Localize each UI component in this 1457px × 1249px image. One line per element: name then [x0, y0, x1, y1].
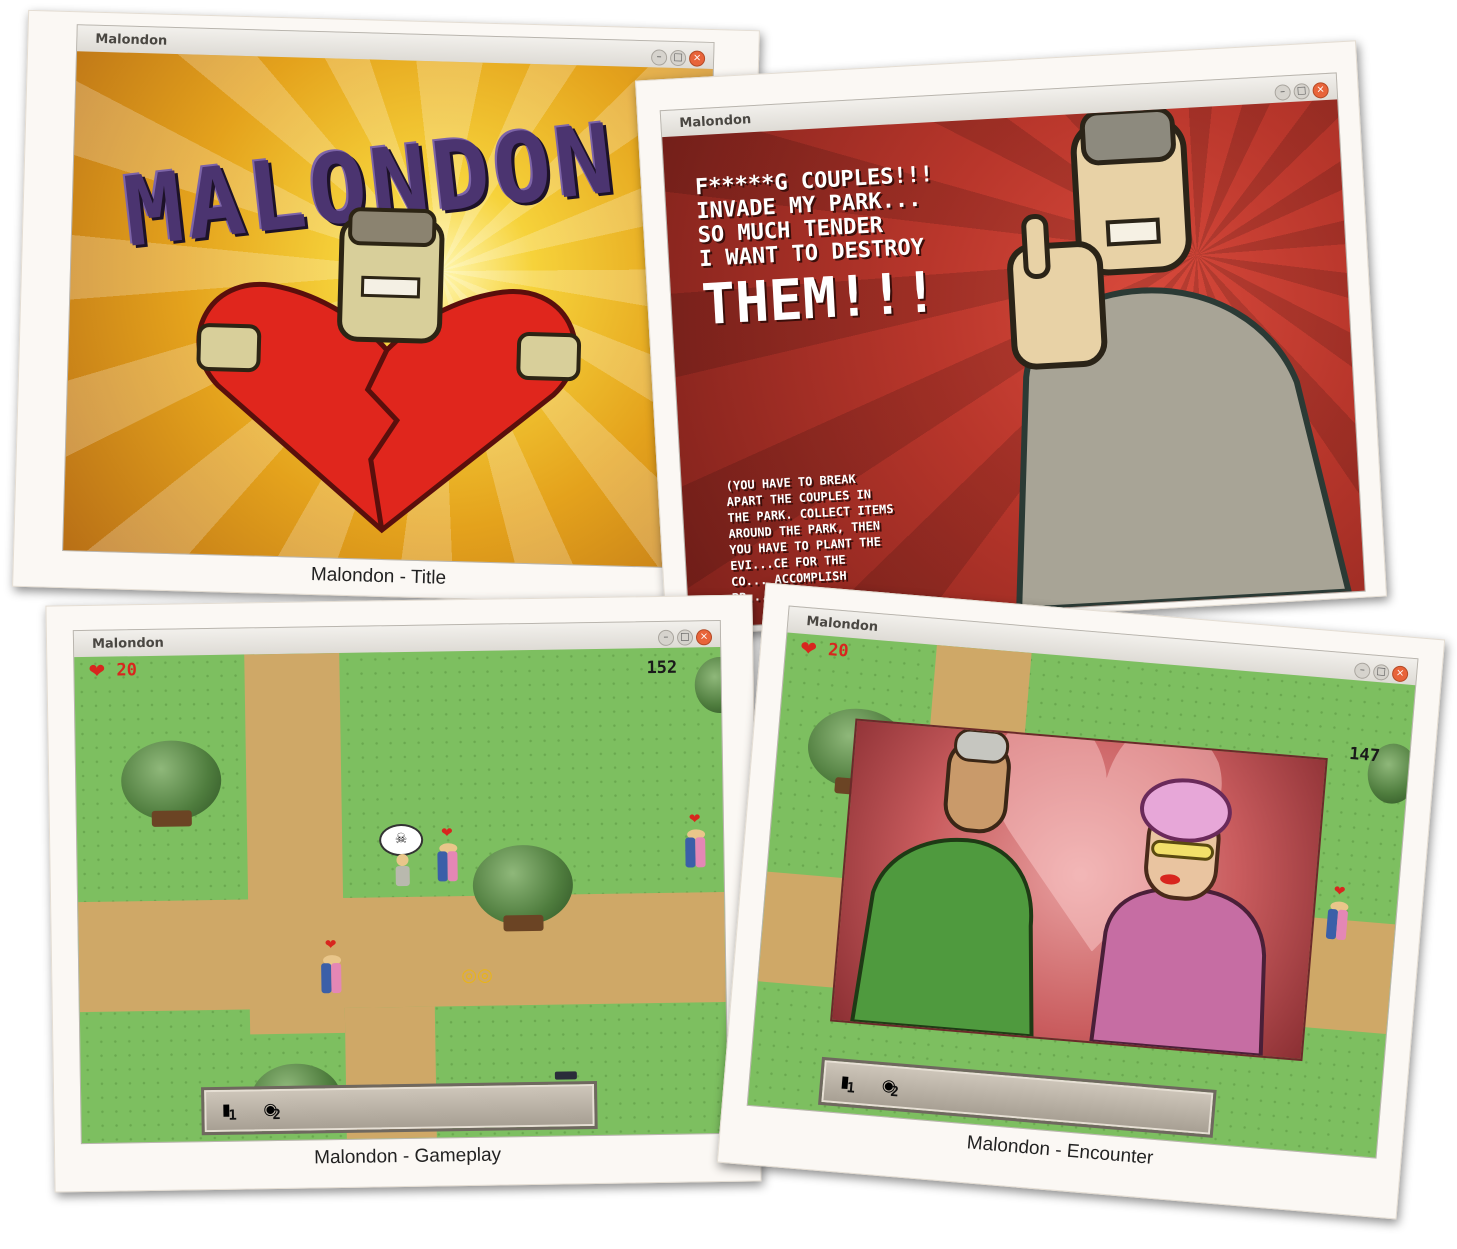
photo-item-icon[interactable]: ▮	[830, 1067, 860, 1097]
minimize-button[interactable]: –	[1353, 662, 1371, 680]
story-window: Malondon – □ × F*****G COUPLES!!! INVADE M…	[659, 72, 1366, 630]
player-old-man[interactable]	[393, 853, 412, 888]
broken-heart-icon: ❤	[88, 658, 106, 683]
encounter-cutscene: ♥	[830, 718, 1328, 1062]
gameplay-screen: ❤ 20 152 ☠ ❤ ❤ ❤ ◎◎ ▮ 1 ◉ 2	[74, 646, 728, 1144]
gameplay-window: Malondon – □ × ❤ 20 152 ☠ ❤ ❤ ❤ ◎◎ ▮ 1 ◉…	[72, 619, 729, 1145]
kissing-couple[interactable]: ❤	[683, 811, 710, 869]
tree	[472, 844, 574, 946]
minimize-button[interactable]: –	[1274, 84, 1292, 101]
inventory-bar: ▮ 1 ◉ 2	[201, 1080, 598, 1136]
window-controls: – □ ×	[1271, 79, 1330, 101]
close-button[interactable]: ×	[688, 50, 706, 67]
sandwich-item-icon[interactable]: ◉	[874, 1070, 904, 1100]
item-count: 2	[272, 1106, 282, 1124]
window-controls: – □ ×	[648, 46, 706, 67]
kissing-couple[interactable]: ❤	[435, 825, 462, 883]
tree	[120, 739, 223, 842]
close-button[interactable]: ×	[1391, 665, 1409, 683]
tree	[694, 656, 728, 718]
heart-icon: ❤	[688, 811, 701, 828]
item-count: 2	[889, 1083, 900, 1101]
heart-icon: ❤	[324, 937, 337, 954]
window-title: Malondon	[679, 112, 752, 132]
kissing-couple[interactable]: ❤	[319, 937, 346, 995]
close-button[interactable]: ×	[695, 629, 713, 646]
heart-icon: ❤	[1333, 883, 1347, 901]
dirt-path	[78, 891, 726, 1013]
encounter-window: Malondon – □ × ❤ 20 147 ❤ ♥ ▮ 1 ◉ 2	[746, 605, 1419, 1159]
window-controls: – □ ×	[1351, 659, 1409, 683]
maximize-button[interactable]: □	[676, 629, 694, 646]
title-screen: MALONDON	[63, 51, 713, 568]
window-title: Malondon	[805, 614, 879, 636]
minimize-button[interactable]: –	[657, 629, 675, 646]
item-count: 1	[845, 1080, 856, 1097]
timer-counter: 152	[646, 657, 678, 679]
kissing-couple[interactable]: ❤	[1324, 883, 1353, 943]
timer-counter: 147	[1348, 743, 1381, 767]
lives-counter: 20	[827, 639, 850, 662]
window-title: Malondon	[95, 31, 168, 49]
maximize-button[interactable]: □	[1372, 663, 1390, 681]
title-window: Malondon – □ × MALONDON	[62, 24, 715, 569]
pistol-item-icon[interactable]	[554, 1071, 577, 1080]
window-controls: – □ ×	[655, 626, 713, 646]
minimize-button[interactable]: –	[650, 49, 668, 66]
heart-icon: ❤	[440, 825, 453, 842]
villain-with-heart-illustration	[196, 207, 582, 534]
elderly-couple-illustration	[849, 728, 1267, 1058]
lives-counter: 20	[116, 660, 138, 681]
wedding-rings-item-icon[interactable]: ◎◎	[461, 965, 493, 986]
window-title: Malondon	[91, 635, 165, 652]
encounter-screen: ❤ 20 147 ❤ ♥ ▮ 1 ◉ 2	[747, 632, 1416, 1158]
item-count: 1	[228, 1107, 238, 1124]
close-button[interactable]: ×	[1312, 81, 1330, 99]
angry-old-man-illustration	[1007, 107, 1353, 614]
maximize-button[interactable]: □	[669, 49, 687, 67]
gameplay-caption: Malondon - Gameplay	[314, 1144, 502, 1169]
story-screen: F*****G COUPLES!!! INVADE MY PARK... SO …	[662, 99, 1365, 629]
story-photo: Malondon – □ × F*****G COUPLES!!! INVADE M…	[635, 40, 1387, 637]
encounter-photo: Malondon – □ × ❤ 20 147 ❤ ♥ ▮ 1 ◉ 2 Malo…	[716, 582, 1446, 1220]
gameplay-photo: Malondon – □ × ❤ 20 152 ☠ ❤ ❤ ❤ ◎◎ ▮ 1 ◉…	[45, 594, 762, 1193]
broken-heart-icon: ❤	[799, 635, 818, 661]
maximize-button[interactable]: □	[1293, 82, 1311, 100]
